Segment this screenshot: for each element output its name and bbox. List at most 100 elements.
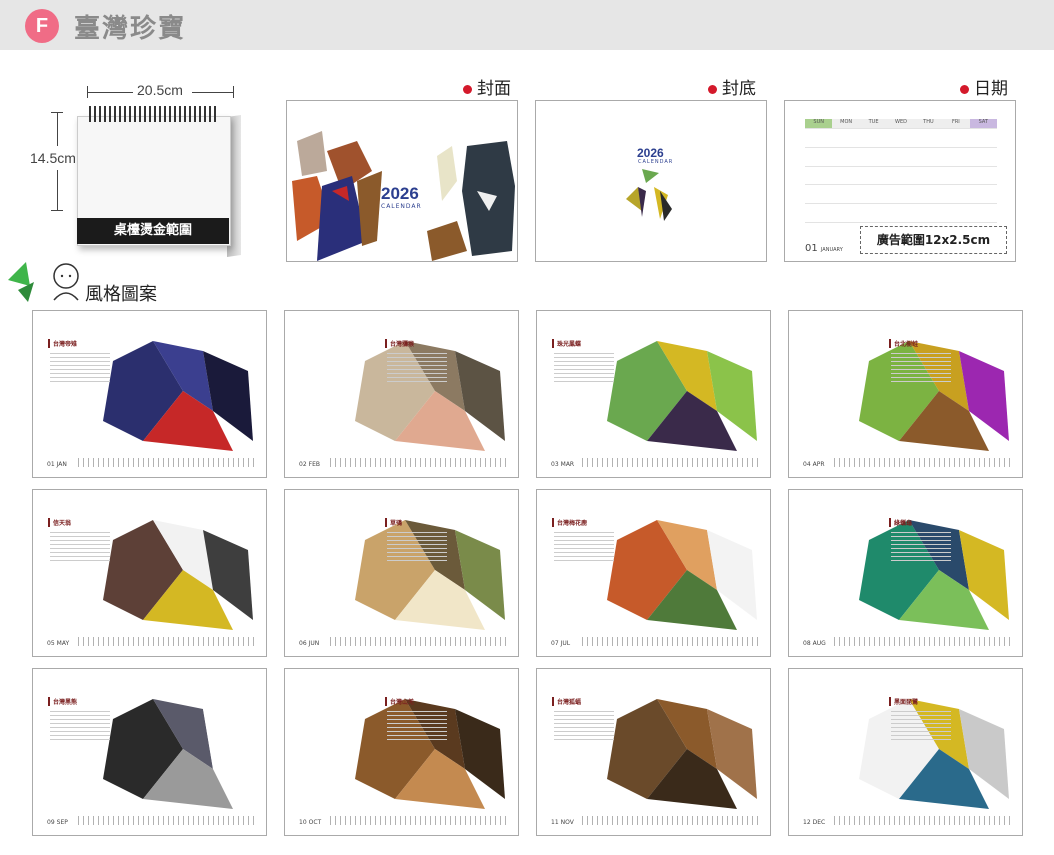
month-card-dec[interactable]: 黑面琵鷺 12 DEC	[788, 668, 1023, 836]
date-strip	[582, 458, 762, 467]
description-text-lines	[387, 353, 447, 383]
animal-illustration	[607, 341, 757, 451]
red-dot-icon	[960, 84, 969, 94]
animal-illustration	[355, 699, 505, 809]
day-header: TUE	[859, 119, 888, 129]
back-cover-butterfly-illustration	[626, 169, 672, 221]
month-card-apr[interactable]: 台北樹蛙 04 APR	[788, 310, 1023, 478]
month-number: 01 JAN	[47, 461, 67, 468]
animal-illustration	[103, 699, 253, 809]
month-card-jan[interactable]: 台灣帝雉 01 JAN	[32, 310, 267, 478]
date-strip	[330, 637, 510, 646]
month-number: 12 DEC	[803, 819, 826, 826]
month-number: 09 SEP	[47, 819, 68, 826]
width-line-left	[87, 92, 133, 93]
animal-name: 台灣帝雉	[48, 339, 77, 348]
cover-calendar-text: CALENDAR	[381, 203, 422, 210]
month-card-sep[interactable]: 台灣黑熊 09 SEP	[32, 668, 267, 836]
month-number: 08 AUG	[803, 640, 826, 647]
animal-illustration	[355, 341, 505, 451]
back-cover-preview[interactable]: 2026 CALENDAR	[535, 100, 767, 262]
day-header: WED	[887, 119, 915, 129]
height-tick-bottom	[51, 210, 63, 211]
day-header: FRI	[942, 119, 970, 129]
animal-name: 珠光鳳蝶	[552, 339, 581, 348]
date-strip	[582, 637, 762, 646]
animal-illustration	[859, 341, 1009, 451]
month-card-may[interactable]: 信天翁 05 MAY	[32, 489, 267, 657]
description-text-lines	[50, 353, 110, 383]
date-strip	[582, 816, 762, 825]
day-header: THU	[914, 119, 943, 129]
description-text-lines	[50, 711, 110, 741]
height-line-top	[57, 112, 58, 146]
animal-name: 台灣梅花鹿	[552, 518, 587, 527]
date-strip	[78, 637, 258, 646]
animal-name: 台灣獼猴	[385, 339, 414, 348]
animal-name: 台灣狐蝠	[552, 697, 581, 706]
month-number: 06 JUN	[299, 640, 320, 647]
height-line-bottom	[57, 170, 58, 210]
day-header: SUN	[805, 119, 833, 129]
month-number: 10 OCT	[299, 819, 322, 826]
back-cover-calendar-text: CALENDAR	[638, 159, 674, 165]
description-text-lines	[554, 711, 614, 741]
description-text-lines	[387, 532, 447, 562]
description-text-lines	[891, 353, 951, 383]
height-label: 14.5cm	[30, 150, 76, 166]
animal-illustration	[859, 699, 1009, 809]
stamping-area: 桌檯燙金範圍	[77, 218, 229, 244]
cover-preview[interactable]: 2026 CALENDAR	[286, 100, 518, 262]
day-header: SAT	[969, 119, 997, 129]
month-card-jun[interactable]: 草鴞 06 JUN	[284, 489, 519, 657]
animal-name: 黑面琵鷺	[889, 697, 918, 706]
date-strip	[78, 458, 258, 467]
date-page-preview[interactable]: SUN MON TUE WED THU FRI SAT 01 JANUARY 廣…	[784, 100, 1016, 262]
width-tick-right	[233, 86, 234, 98]
month-number: 04 APR	[803, 461, 825, 468]
style-section-title: 風格圖案	[85, 284, 157, 305]
spiral-binding	[89, 106, 217, 122]
description-text-lines	[891, 532, 951, 562]
month-number: 05 MAY	[47, 640, 70, 647]
date-strip	[78, 816, 258, 825]
date-strip	[330, 458, 510, 467]
style-decoration-icon	[8, 262, 79, 302]
description-text-lines	[554, 532, 614, 562]
month-card-feb[interactable]: 台灣獼猴 02 FEB	[284, 310, 519, 478]
date-strip	[834, 637, 1014, 646]
animal-name: 草鴞	[385, 518, 402, 527]
width-label: 20.5cm	[137, 82, 183, 98]
red-dot-icon	[463, 84, 472, 94]
desk-calendar-stand: 桌檯燙金範圍	[77, 106, 241, 257]
page-title: 臺灣珍寶	[74, 14, 187, 44]
animal-illustration	[103, 341, 253, 451]
cover-year: 2026	[381, 184, 419, 203]
date-month-number: 01 JANUARY	[805, 243, 843, 254]
month-number: 11 NOV	[551, 819, 574, 826]
date-label: 日期	[960, 74, 1008, 99]
day-header: MON	[832, 119, 860, 129]
month-card-mar[interactable]: 珠光鳳蝶 03 MAR	[536, 310, 771, 478]
month-number: 03 MAR	[551, 461, 575, 468]
animal-name: 台北樹蛙	[889, 339, 918, 348]
animal-name: 綠蠵龜	[889, 518, 912, 527]
cover-animals-right-illustration	[427, 141, 515, 261]
date-strip	[330, 816, 510, 825]
animal-name: 台灣山羌	[385, 697, 414, 706]
section-badge: F	[25, 9, 59, 43]
month-card-jul[interactable]: 台灣梅花鹿 07 JUL	[536, 489, 771, 657]
date-grid: SUN MON TUE WED THU FRI SAT	[805, 119, 997, 223]
cover-animals-left-illustration	[292, 131, 382, 261]
animal-illustration	[607, 699, 757, 809]
header-bar: F 臺灣珍寶	[0, 0, 1054, 50]
width-line-right	[192, 92, 234, 93]
description-text-lines	[387, 711, 447, 741]
month-card-aug[interactable]: 綠蠵龜 08 AUG	[788, 489, 1023, 657]
month-card-nov[interactable]: 台灣狐蝠 11 NOV	[536, 668, 771, 836]
animal-name: 信天翁	[48, 518, 71, 527]
date-strip	[834, 816, 1014, 825]
month-card-oct[interactable]: 台灣山羌 10 OCT	[284, 668, 519, 836]
date-strip	[834, 458, 1014, 467]
animal-name: 台灣黑熊	[48, 697, 77, 706]
